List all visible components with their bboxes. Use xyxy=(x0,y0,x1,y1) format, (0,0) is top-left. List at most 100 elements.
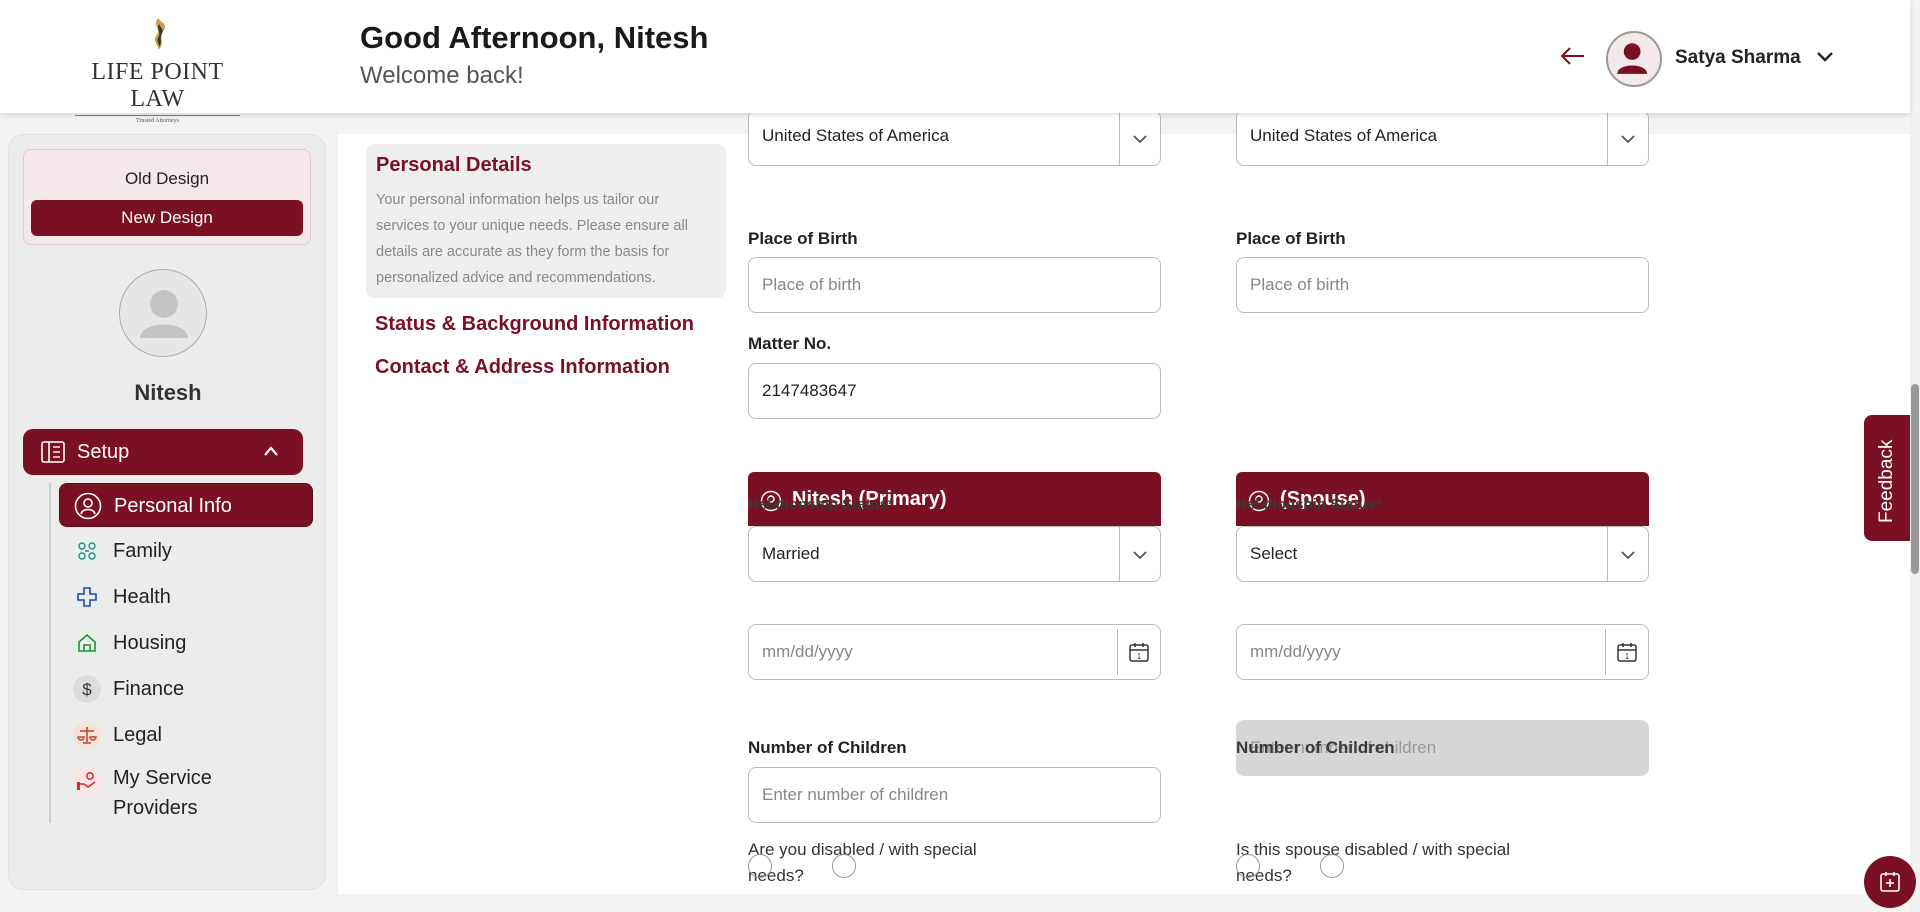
sidebar-item-label: Family xyxy=(113,540,172,562)
primary-date-input[interactable]: mm/dd/yyyy 1 xyxy=(748,624,1161,680)
primary-disabled-question: Are you disabled / with special needs? xyxy=(748,840,977,885)
primary-relationship-label: Relationship Status* xyxy=(748,496,894,513)
spouse-disabled-no-radio[interactable] xyxy=(1320,854,1344,878)
health-cross-icon xyxy=(73,583,101,611)
brand-tagline: Trusted Attorneys xyxy=(75,115,240,124)
user-name[interactable]: Satya Sharma xyxy=(1675,47,1801,69)
sidebar-item-finance[interactable]: $ Finance xyxy=(59,667,313,711)
spouse-relationship-value: Select xyxy=(1250,544,1298,563)
sidebar-item-my-service-providers[interactable]: My Service Providers xyxy=(59,759,313,823)
old-design-button[interactable]: Old Design xyxy=(31,164,303,194)
personal-details-card[interactable]: Personal Details Your personal informati… xyxy=(366,144,726,298)
handshake-icon xyxy=(73,767,101,795)
scrollbar-thumb[interactable] xyxy=(1911,384,1919,574)
contact-address-link[interactable]: Contact & Address Information xyxy=(375,356,670,379)
design-switch: Old Design New Design xyxy=(23,149,311,245)
personal-details-description: Your personal information helps us tailo… xyxy=(376,192,688,286)
svg-text:1: 1 xyxy=(1137,652,1142,661)
spouse-date-placeholder: mm/dd/yyyy xyxy=(1250,642,1341,661)
family-tree-icon xyxy=(73,537,101,565)
setup-nav-list: Personal Info Family Health Housing $ Fi… xyxy=(49,483,313,823)
feedback-tab[interactable]: Feedback xyxy=(1864,415,1910,541)
brand-name: LIFE POINT LAW xyxy=(91,59,224,112)
primary-date-placeholder: mm/dd/yyyy xyxy=(762,642,853,661)
select-divider xyxy=(1607,527,1608,581)
greeting-title: Good Afternoon, Nitesh xyxy=(360,20,709,55)
dollar-icon: $ xyxy=(73,675,101,703)
spouse-children-label: Number of Children xyxy=(1236,738,1395,757)
sidebar-item-label: Legal xyxy=(113,724,162,746)
spouse-place-of-birth-label: Place of Birth xyxy=(1236,229,1346,248)
sidebar-item-personal-info[interactable]: Personal Info xyxy=(59,483,313,527)
chevron-down-icon xyxy=(1133,551,1147,560)
user-circle-icon xyxy=(74,492,102,520)
chevron-down-icon xyxy=(1621,135,1635,144)
primary-country-value: United States of America xyxy=(762,126,950,145)
new-design-button[interactable]: New Design xyxy=(31,200,303,236)
setup-label: Setup xyxy=(77,441,130,463)
primary-children-input[interactable]: Enter number of children xyxy=(748,767,1161,823)
calendar-icon[interactable]: 1 xyxy=(1128,641,1150,663)
flame-logo-icon xyxy=(154,18,165,50)
user-silhouette-icon xyxy=(1617,43,1647,74)
sidebar-item-label-line2: Providers xyxy=(113,797,198,819)
sidebar-item-label: Health xyxy=(113,586,171,608)
book-icon xyxy=(41,441,65,463)
spouse-country-value: United States of America xyxy=(1250,126,1438,145)
spouse-country-select[interactable]: United States of America xyxy=(1236,110,1649,166)
sidebar: Old Design New Design Nitesh Setup Perso… xyxy=(8,134,326,890)
date-divider xyxy=(1117,629,1118,675)
spouse-disabled-question: Is this spouse disabled / with special n… xyxy=(1236,840,1511,885)
primary-children-label: Number of Children xyxy=(748,738,907,757)
profile-name: Nitesh xyxy=(134,380,202,405)
svg-text:1: 1 xyxy=(1625,652,1630,661)
back-arrow-icon[interactable] xyxy=(1558,44,1586,68)
status-background-link[interactable]: Status & Background Information xyxy=(375,313,694,336)
matter-no-input[interactable]: 2147483647 xyxy=(748,363,1161,419)
sidebar-item-housing[interactable]: Housing xyxy=(59,621,313,665)
profile-avatar[interactable] xyxy=(119,269,207,357)
spouse-relationship-label: Relationship Status* xyxy=(1236,496,1382,513)
select-divider xyxy=(1119,111,1120,165)
spouse-relationship-select[interactable]: Select xyxy=(1236,526,1649,582)
calendar-add-button[interactable] xyxy=(1864,856,1916,908)
feedback-label: Feedback xyxy=(1876,439,1897,523)
primary-relationship-select[interactable]: Married xyxy=(748,526,1161,582)
primary-place-of-birth-label: Place of Birth xyxy=(748,229,858,248)
primary-relationship-value: Married xyxy=(762,544,820,563)
sidebar-item-health[interactable]: Health xyxy=(59,575,313,619)
chevron-down-icon[interactable] xyxy=(1816,50,1834,64)
matter-no-label: Matter No. xyxy=(748,334,832,353)
primary-disabled-yes-radio[interactable] xyxy=(748,854,772,878)
calendar-plus-icon xyxy=(1880,872,1900,892)
chevron-down-icon xyxy=(1133,135,1147,144)
sidebar-item-legal[interactable]: Legal xyxy=(59,713,313,757)
personal-details-title: Personal Details xyxy=(376,154,532,176)
spouse-place-of-birth-input[interactable]: Place of birth xyxy=(1236,257,1649,313)
primary-disabled-no-radio[interactable] xyxy=(832,854,856,878)
scales-icon xyxy=(73,721,101,749)
sidebar-item-family[interactable]: Family xyxy=(59,529,313,573)
user-silhouette-icon xyxy=(140,290,188,338)
sidebar-item-label: Finance xyxy=(113,678,185,700)
main-content: Personal Details Your personal informati… xyxy=(338,110,1910,894)
chevron-up-icon xyxy=(264,446,278,456)
welcome-subtitle: Welcome back! xyxy=(360,62,524,89)
brand-logo[interactable]: LIFE POINT LAW Trusted Attorneys xyxy=(70,16,245,124)
select-divider xyxy=(1607,111,1608,165)
date-divider xyxy=(1605,629,1606,675)
spouse-date-input[interactable]: mm/dd/yyyy 1 xyxy=(1236,624,1649,680)
sidebar-item-label-line1: My Service xyxy=(113,767,212,789)
sidebar-item-label: My Service Providers xyxy=(113,763,212,823)
primary-country-select[interactable]: United States of America xyxy=(748,110,1161,166)
house-icon xyxy=(73,629,101,657)
setup-menu-toggle[interactable]: Setup xyxy=(23,429,303,475)
primary-place-of-birth-input[interactable]: Place of birth xyxy=(748,257,1161,313)
chevron-down-icon xyxy=(1621,551,1635,560)
select-divider xyxy=(1119,527,1120,581)
calendar-icon[interactable]: 1 xyxy=(1616,641,1638,663)
spouse-disabled-yes-radio[interactable] xyxy=(1236,854,1260,878)
sidebar-item-label: Housing xyxy=(113,632,187,654)
top-header: LIFE POINT LAW Trusted Attorneys Good Af… xyxy=(0,0,1910,124)
user-avatar[interactable] xyxy=(1606,31,1662,87)
